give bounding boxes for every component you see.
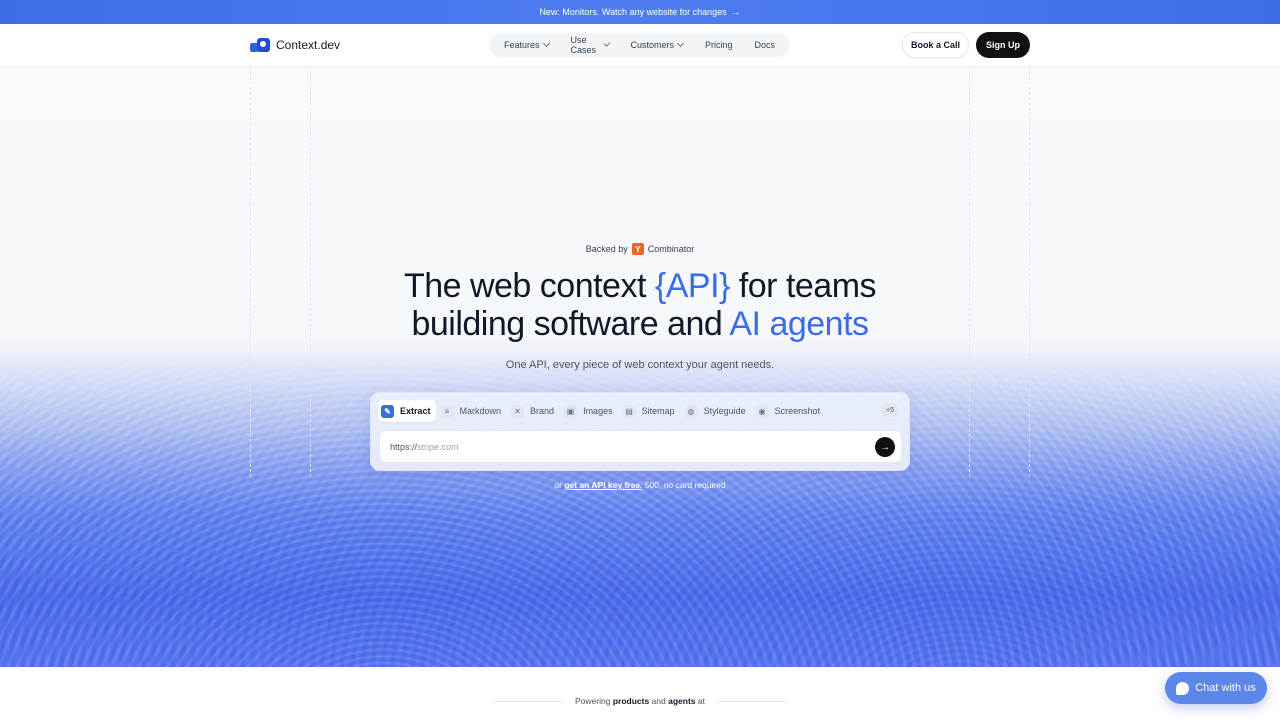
chat-bubble-icon [1176, 681, 1190, 695]
arrow-right-icon: → [880, 441, 890, 453]
api-key-cta: or get an API key free. 500, no card req… [0, 480, 1280, 490]
divider [493, 700, 564, 702]
main-menu: Features Use Cases Customers Pricing Doc… [489, 33, 790, 57]
sitemap-icon: ▤ [622, 404, 636, 418]
ycombinator-logo-icon: Y [631, 243, 644, 255]
chevron-down-icon [676, 39, 685, 48]
tab-label: Extract [400, 406, 431, 416]
hero-headline: The web context {API} for teams building… [0, 267, 1280, 343]
divider [716, 700, 787, 702]
nav-label: Use Cases [570, 35, 597, 55]
tab-label: Screenshot [774, 406, 821, 416]
endpoint-tabs: ✎ Extract ≡ Markdown ✕ Brand ▣ Images ▤ … [378, 400, 825, 422]
backed-suffix: Combinator [647, 244, 695, 254]
cta-prefix: or [554, 480, 565, 490]
nav-label: Customers [630, 40, 674, 50]
nav-item-features[interactable]: Features [493, 35, 560, 55]
cta-suffix: 500, no card required [642, 480, 726, 490]
hero-subtitle: One API, every piece of web context your… [505, 359, 775, 371]
more-tabs-button[interactable]: +5 [882, 403, 898, 417]
tab-sitemap[interactable]: ▤ Sitemap [620, 400, 680, 422]
logo-icon [250, 37, 271, 53]
nav-item-docs[interactable]: Docs [743, 35, 786, 55]
brand-logo[interactable]: Context.dev [250, 37, 340, 53]
url-prefix: https:// [390, 441, 418, 452]
headline-accent-agents: AI agents [729, 305, 869, 343]
nav-item-pricing[interactable]: Pricing [694, 35, 744, 55]
nav-label: Docs [754, 40, 775, 50]
book-call-button[interactable]: Book a Call [902, 32, 969, 58]
pen-icon: ✎ [381, 404, 394, 418]
nav-item-customers[interactable]: Customers [619, 35, 694, 55]
submit-arrow-button[interactable]: → [875, 437, 895, 457]
chevron-down-icon [603, 40, 610, 47]
tab-label: Brand [530, 406, 555, 416]
camera-icon: ◉ [755, 404, 769, 418]
powering-text: Powering products and agents at [575, 696, 705, 706]
chat-label: Chat with us [1195, 682, 1256, 694]
headline-text: building software and [411, 305, 730, 343]
get-api-key-link[interactable]: get an API key free. [564, 480, 642, 490]
tab-label: Markdown [459, 406, 502, 416]
headline-accent-api: {API} [654, 267, 731, 305]
nav-label: Features [504, 40, 540, 50]
url-input[interactable]: https://stripe.com → [379, 430, 902, 463]
headline-text: The web context [403, 267, 655, 305]
sign-up-button[interactable]: Sign Up [976, 32, 1030, 58]
chat-widget-button[interactable]: Chat with us [1165, 672, 1267, 704]
text: and [649, 696, 669, 706]
tab-label: Images [583, 406, 613, 416]
tab-label: Sitemap [641, 406, 675, 416]
hero-section: Backed by Y Combinator The web context {… [0, 67, 1280, 667]
text-strong: agents [668, 696, 696, 706]
markdown-icon: ≡ [440, 404, 454, 418]
tab-extract[interactable]: ✎ Extract [378, 400, 436, 422]
nav-label: Pricing [704, 40, 733, 50]
api-playground-card: ✎ Extract ≡ Markdown ✕ Brand ▣ Images ▤ … [370, 392, 910, 471]
tab-images[interactable]: ▣ Images [561, 400, 618, 422]
image-icon: ▣ [564, 404, 578, 418]
banner-text[interactable]: New: Monitors. Watch any website for cha… [539, 7, 726, 17]
tab-label: Styleguide [703, 406, 746, 416]
chevron-down-icon [542, 39, 550, 48]
powering-caption: Powering products and agents at [0, 696, 1280, 706]
brand-icon: ✕ [511, 404, 525, 418]
text: Powering [575, 696, 613, 706]
announcement-banner[interactable]: New: Monitors. Watch any website for cha… [0, 0, 1280, 24]
text-strong: products [612, 696, 650, 706]
tab-brand[interactable]: ✕ Brand [508, 400, 559, 422]
tab-screenshot[interactable]: ◉ Screenshot [753, 400, 826, 422]
nav-item-use-cases[interactable]: Use Cases [560, 35, 620, 55]
headline-text: for teams [729, 267, 877, 305]
text: at [695, 696, 705, 706]
palette-icon: ◍ [684, 404, 698, 418]
url-placeholder: stripe.com [417, 441, 459, 452]
backed-by-badge: Backed by Y Combinator [0, 243, 1280, 255]
arrow-right-icon: → [730, 6, 741, 18]
brand-name: Context.dev [276, 38, 341, 52]
backed-prefix: Backed by [585, 244, 628, 254]
tab-styleguide[interactable]: ◍ Styleguide [682, 400, 751, 422]
tab-markdown[interactable]: ≡ Markdown [438, 400, 507, 422]
